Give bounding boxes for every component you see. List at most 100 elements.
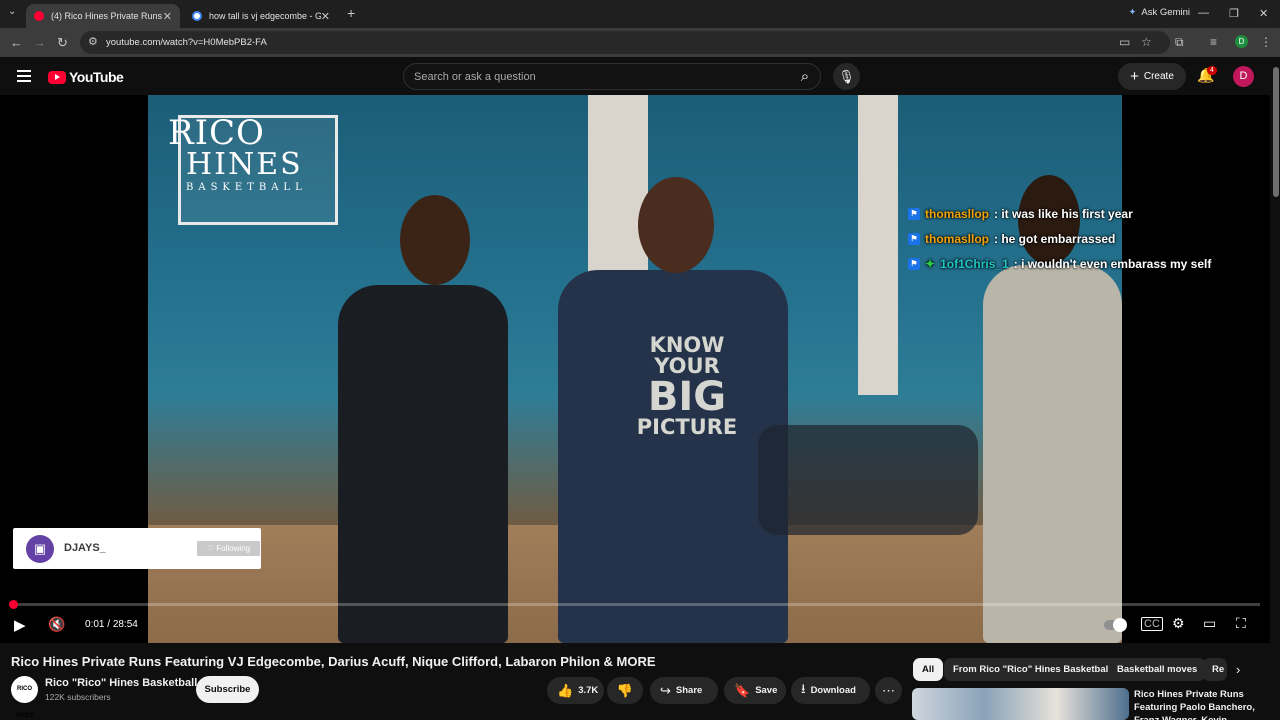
- save-button[interactable]: 🔖 Save: [724, 677, 786, 704]
- menu-hamburger-icon[interactable]: [17, 70, 31, 82]
- extensions-icon[interactable]: ⧉: [1175, 35, 1184, 50]
- more-horizontal-icon: ⋯: [882, 682, 895, 698]
- create-label: Create: [1143, 71, 1174, 82]
- create-button[interactable]: + Create: [1118, 63, 1186, 90]
- play-icon[interactable]: ▶: [14, 616, 26, 634]
- thumbs-up-icon: 👍: [557, 682, 574, 698]
- time-display: 0:01 / 28:54: [85, 619, 138, 630]
- search-icon[interactable]: ⌕: [791, 63, 819, 90]
- wall-column: [858, 95, 898, 395]
- video-player[interactable]: KNOW YOUR BIG PICTURE RICO HINES BASKETB…: [0, 95, 1270, 643]
- bookmark-icon: 🔖: [734, 682, 751, 698]
- share-button[interactable]: ↪ Share: [650, 677, 718, 704]
- chip-all[interactable]: All: [913, 658, 944, 681]
- shirt-line: BIG: [647, 374, 727, 420]
- youtube-logo[interactable]: YouTube: [48, 69, 124, 85]
- tab-title: (4) Rico Hines Private Runs Fea: [51, 11, 163, 21]
- browser-toolbar: ← → ↻ ⚙ youtube.com/watch?v=H0MebPB2-FA …: [0, 28, 1280, 57]
- chip-basketball-moves[interactable]: Basketball moves: [1108, 658, 1207, 681]
- new-tab-icon[interactable]: +: [347, 5, 355, 21]
- captions-icon[interactable]: CC: [1141, 617, 1163, 631]
- player-left-head: [400, 195, 470, 285]
- chat-message: ⚑ thomasllop : he got embarrassed: [908, 232, 1115, 246]
- fullscreen-icon[interactable]: ⛶: [1236, 615, 1246, 632]
- reload-icon[interactable]: ↻: [57, 35, 68, 51]
- thumbs-down-icon: 👎: [616, 682, 634, 698]
- close-tab-icon[interactable]: ✕: [163, 10, 172, 23]
- forward-icon[interactable]: →: [33, 35, 46, 50]
- chip-related[interactable]: Re: [1203, 658, 1227, 681]
- mute-icon[interactable]: 🔇: [48, 616, 65, 633]
- bench-players: [758, 425, 978, 535]
- channel-avatar[interactable]: RICO HINES: [11, 676, 38, 719]
- restore-icon[interactable]: ❐: [1229, 7, 1239, 20]
- chat-sparkle-icon: ✦: [925, 257, 936, 271]
- dislike-button[interactable]: 👎: [607, 677, 643, 704]
- autoplay-toggle[interactable]: [1104, 618, 1127, 632]
- player-right: [983, 265, 1122, 643]
- ask-gemini-button[interactable]: ✦ Ask Gemini: [1128, 7, 1190, 18]
- close-window-icon[interactable]: ✕: [1259, 7, 1268, 20]
- youtube-play-icon: [48, 70, 66, 84]
- following-label: Following: [216, 544, 251, 553]
- notification-count-badge: 4: [1207, 66, 1217, 75]
- player-left: [338, 285, 508, 643]
- url-text: youtube.com/watch?v=H0MebPB2-FA: [106, 37, 267, 48]
- back-icon[interactable]: ←: [10, 35, 23, 50]
- like-button[interactable]: 👍 3.7K: [547, 677, 604, 704]
- address-bar[interactable]: ⚙ youtube.com/watch?v=H0MebPB2-FA: [80, 31, 1170, 54]
- bookmark-star-icon[interactable]: ☆: [1141, 35, 1152, 49]
- chat-badge-icon: ⚑: [908, 233, 920, 245]
- page-scrollbar[interactable]: [1272, 57, 1280, 720]
- chat-badge-icon: ⚑: [908, 208, 920, 220]
- tab-search-icon[interactable]: ⌄: [8, 6, 16, 17]
- scrubber-knob[interactable]: [9, 600, 18, 609]
- media-controls-icon[interactable]: ≡: [1210, 35, 1217, 49]
- recommendation-title[interactable]: Rico Hines Private Runs Featuring Paolo …: [1134, 688, 1266, 720]
- ask-gemini-label: Ask Gemini: [1141, 7, 1190, 18]
- video-title: Rico Hines Private Runs Featuring VJ Edg…: [11, 654, 656, 669]
- download-label: Download: [810, 685, 856, 696]
- chat-badge-icon: ⚑: [908, 258, 920, 270]
- browser-menu-icon[interactable]: ⋮: [1260, 35, 1272, 49]
- chevron-right-icon[interactable]: ›: [1236, 662, 1240, 677]
- minimize-icon[interactable]: —: [1198, 7, 1209, 19]
- download-button[interactable]: ⭳ Download: [791, 677, 870, 704]
- cast-icon[interactable]: ▭: [1119, 35, 1130, 49]
- shirt-line: PICTURE: [636, 415, 738, 439]
- man-center: [558, 270, 788, 643]
- theater-mode-icon[interactable]: ▭: [1203, 615, 1216, 632]
- video-frame[interactable]: KNOW YOUR BIG PICTURE RICO HINES BASKETB…: [148, 95, 1122, 643]
- time-total: 28:54: [112, 619, 138, 630]
- browser-profile-avatar[interactable]: D: [1235, 35, 1248, 48]
- subscribe-button[interactable]: Subscribe: [196, 676, 259, 703]
- twitch-channel-name: DJAYS_: [64, 542, 106, 554]
- logo-line: BASKETBALL: [186, 182, 307, 193]
- chip-from-channel[interactable]: From Rico "Rico" Hines Basketball: [944, 658, 1120, 681]
- tab-google[interactable]: how tall is vj edgecombe - Goo ✕: [184, 4, 338, 28]
- chat-message: ⚑ ✦ 1of1Chris_1 : i wouldn't even embara…: [908, 257, 1211, 271]
- settings-gear-icon[interactable]: ⚙: [1172, 615, 1185, 632]
- channel-name[interactable]: Rico "Rico" Hines Basketball: [45, 677, 197, 689]
- account-avatar[interactable]: D: [1233, 66, 1254, 87]
- shirt-line: KNOW: [649, 333, 725, 357]
- like-count: 3.7K: [578, 685, 599, 696]
- time-current: 0:01: [85, 619, 105, 630]
- tab-title: how tall is vj edgecombe - Goo: [209, 11, 321, 21]
- site-info-icon[interactable]: ⚙: [88, 35, 98, 48]
- tab-youtube[interactable]: (4) Rico Hines Private Runs Fea ✕: [26, 4, 180, 28]
- twitch-follow-card: ▣ DJAYS_ ♡ Following: [13, 528, 261, 569]
- chat-message: ⚑ thomasllop : it was like his first yea…: [908, 207, 1133, 221]
- chat-username: 1of1Chris_1: [940, 257, 1009, 271]
- close-tab-icon[interactable]: ✕: [321, 10, 330, 23]
- search-input[interactable]: Search or ask a question: [403, 63, 821, 90]
- recommendation-thumbnail[interactable]: [912, 688, 1129, 720]
- following-button[interactable]: ♡ Following: [197, 541, 260, 556]
- youtube-logo-text: YouTube: [69, 69, 124, 85]
- scrollbar-thumb[interactable]: [1273, 67, 1279, 197]
- voice-search-icon[interactable]: 🎙: [833, 63, 860, 90]
- download-icon: ⭳: [801, 680, 806, 696]
- more-actions-button[interactable]: ⋯: [875, 677, 902, 704]
- chat-text: : i wouldn't even embarass my self: [1013, 257, 1212, 271]
- progress-bar[interactable]: [9, 600, 1260, 609]
